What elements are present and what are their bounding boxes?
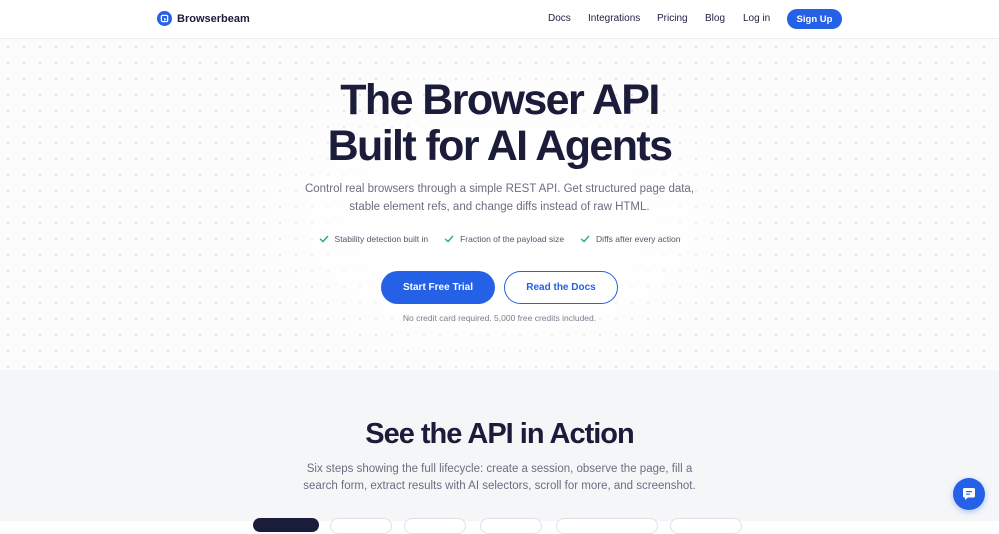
sign-up-button[interactable]: Sign Up: [787, 9, 842, 29]
step-tab[interactable]: [330, 518, 392, 534]
hero-section: The Browser API Built for AI Agents Cont…: [0, 39, 999, 370]
section-subtitle-line-2: search form, extract results with AI sel…: [303, 480, 696, 492]
feature-item: Diffs after every action: [580, 234, 680, 244]
hero-title-line-1: The Browser API: [340, 76, 660, 124]
brand-link[interactable]: Browserbeam: [157, 11, 250, 26]
hero-subtitle-line-1: Control real browsers through a simple R…: [304, 183, 695, 195]
step-tab[interactable]: [404, 518, 466, 534]
hero-subtitle-line-2: stable element refs, and change diffs in…: [349, 201, 650, 213]
check-icon: [580, 235, 590, 243]
nav-link-blog[interactable]: Blog: [705, 13, 725, 24]
hero-title-line-2: Built for AI Agents: [327, 122, 673, 170]
step-tab[interactable]: [556, 518, 658, 534]
top-navigation: Browserbeam Docs Integrations Pricing Bl…: [0, 0, 999, 39]
nav-link-pricing[interactable]: Pricing: [657, 13, 688, 24]
hero-title: The Browser API Built for AI Agents: [0, 77, 999, 169]
browserbeam-logo-icon: [157, 11, 172, 26]
feature-label: Stability detection built in: [334, 234, 429, 244]
start-free-trial-button[interactable]: Start Free Trial: [381, 271, 495, 304]
step-tab[interactable]: [670, 518, 742, 534]
chat-bubble-icon: [963, 488, 975, 500]
section-subtitle-line-1: Six steps showing the full lifecycle: cr…: [306, 463, 693, 475]
feature-item: Fraction of the payload size: [444, 234, 564, 244]
section-subtitle: Six steps showing the full lifecycle: cr…: [0, 461, 999, 495]
check-icon: [444, 235, 454, 243]
check-icon: [319, 235, 328, 243]
feature-label: Diffs after every action: [596, 234, 681, 244]
feature-label: Fraction of the payload size: [460, 234, 565, 244]
feature-item: Stability detection built in: [319, 234, 429, 244]
read-the-docs-button[interactable]: Read the Docs: [504, 271, 618, 304]
brand-name: Browserbeam: [177, 12, 250, 25]
hero-subtitle: Control real browsers through a simple R…: [0, 180, 999, 216]
api-in-action-section: See the API in Action Six steps showing …: [0, 370, 999, 534]
section-title: See the API in Action: [365, 418, 635, 450]
step-tab-active[interactable]: [253, 518, 319, 532]
chat-widget-button[interactable]: [953, 478, 985, 510]
feature-list: Stability detection built in Fraction of…: [0, 234, 999, 244]
credit-note: No credit card required. 5,000 free cred…: [402, 313, 597, 323]
nav-link-docs[interactable]: Docs: [548, 13, 571, 24]
nav-link-login[interactable]: Log in: [743, 13, 770, 24]
nav-link-integrations[interactable]: Integrations: [588, 13, 640, 24]
step-tab[interactable]: [480, 518, 542, 534]
